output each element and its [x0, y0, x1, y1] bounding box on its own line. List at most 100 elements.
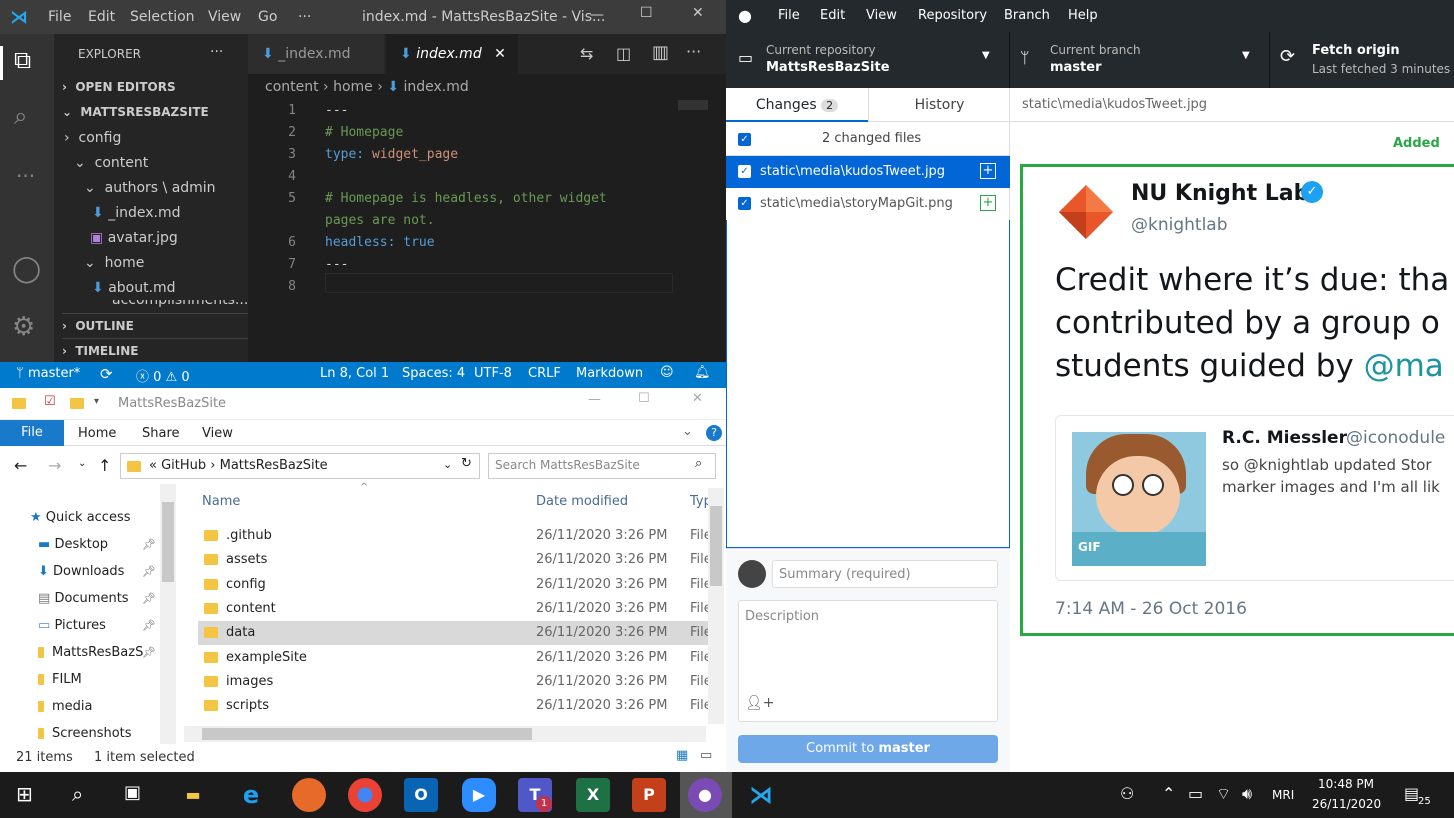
edge-icon[interactable]: e: [234, 778, 268, 812]
outline-section[interactable]: › OUTLINE: [62, 313, 248, 337]
menu-view[interactable]: View: [208, 9, 241, 25]
breadcrumb-item[interactable]: home: [333, 79, 373, 95]
workspace-section[interactable]: ⌄ MATTSRESBAZSITE: [62, 100, 209, 124]
new-folder-icon[interactable]: [70, 398, 84, 409]
menu-edit[interactable]: Edit: [88, 9, 115, 25]
recent-icon[interactable]: ⌄: [78, 458, 86, 469]
source-control-icon[interactable]: ⇆: [580, 44, 593, 63]
repository-selector[interactable]: ▭ Current repository MattsResBazSite ▼: [726, 32, 1010, 88]
ribbon-home[interactable]: Home: [78, 426, 116, 441]
back-icon[interactable]: ←: [14, 456, 27, 475]
tree-item-avatar[interactable]: ▣ avatar.jpg: [90, 226, 178, 250]
search-icon[interactable]: ⌕: [14, 102, 27, 130]
sync-icon[interactable]: ⟳: [100, 365, 113, 383]
branch-selector[interactable]: ᛘ Current branch master ▼: [1010, 32, 1270, 88]
menu-help[interactable]: Help: [1068, 8, 1098, 23]
clock-time[interactable]: 10:48 PM: [1318, 777, 1374, 791]
timeline-section[interactable]: › TIMELINE: [62, 338, 248, 362]
address-dropdown-icon[interactable]: ⌄: [443, 458, 452, 471]
tab-index-underscore[interactable]: ⬇ _index.md: [248, 34, 384, 74]
breadcrumb-item[interactable]: content: [265, 79, 319, 95]
col-date[interactable]: Date modified: [536, 494, 628, 509]
col-name[interactable]: Name: [202, 494, 240, 509]
tree-item-content[interactable]: ⌄ content: [74, 151, 148, 175]
chrome-icon[interactable]: [348, 778, 382, 812]
file-row[interactable]: .github 26/11/2020 3:26 PM File: [198, 524, 708, 548]
minimize-icon[interactable]: —: [590, 7, 604, 23]
eol[interactable]: CRLF: [528, 366, 561, 381]
tree-item-home[interactable]: ⌄ home: [84, 251, 144, 275]
menu-more[interactable]: ···: [298, 9, 311, 25]
search-icon[interactable]: ⌕: [72, 782, 83, 806]
powerpoint-icon[interactable]: P: [632, 778, 666, 812]
close-icon[interactable]: ✕: [692, 391, 703, 406]
files-icon[interactable]: ⧉: [14, 46, 31, 74]
language-mode[interactable]: Markdown: [576, 366, 643, 381]
minimap[interactable]: [678, 100, 708, 110]
maximize-icon[interactable]: ☐: [640, 5, 653, 21]
explorer-more-icon[interactable]: ···: [210, 44, 223, 60]
up-icon[interactable]: ↑: [98, 456, 111, 475]
minimize-icon[interactable]: —: [588, 392, 601, 407]
tree-item-about[interactable]: ⬇ about.md: [92, 276, 176, 300]
problems-status[interactable]: ⓧ 0 ⚠ 0: [136, 366, 190, 385]
outlook-icon[interactable]: O: [404, 778, 438, 812]
file-row[interactable]: config 26/11/2020 3:26 PM File: [198, 573, 708, 597]
add-coauthor-icon[interactable]: 👤︎+: [745, 695, 775, 711]
file-checkbox[interactable]: ✓: [738, 197, 751, 210]
encoding[interactable]: UTF-8: [474, 366, 512, 381]
file-row[interactable]: content 26/11/2020 3:26 PM File: [198, 597, 708, 621]
select-all-row[interactable]: ✓ 2 changed files: [726, 122, 1010, 156]
maximize-icon[interactable]: ☐: [638, 391, 650, 406]
tab-index[interactable]: ⬇ index.md ✕: [386, 34, 518, 74]
open-editors-section[interactable]: › OPEN EDITORS: [62, 75, 176, 99]
tree-item-config[interactable]: › config: [64, 126, 121, 150]
editor-more-icon[interactable]: ···: [686, 42, 701, 61]
preview-icon[interactable]: ◫: [616, 44, 631, 63]
breadcrumb-item[interactable]: index.md: [404, 79, 469, 95]
tab-changes[interactable]: Changes 2: [726, 88, 868, 122]
search-box[interactable]: Search MattsResBazSite ⌕: [488, 453, 716, 479]
more-icon[interactable]: ···: [16, 164, 35, 188]
split-editor-icon[interactable]: ▥: [652, 42, 669, 63]
indentation[interactable]: Spaces: 4: [402, 366, 465, 381]
refresh-icon[interactable]: ↻: [461, 456, 472, 471]
menu-go[interactable]: Go: [258, 9, 277, 25]
battery-icon[interactable]: ▭: [1188, 784, 1203, 803]
gear-icon[interactable]: ⚙: [12, 312, 35, 342]
tree-item-index[interactable]: ⬇ _index.md: [92, 201, 180, 225]
code-editor[interactable]: 1 --- 2 # Homepage 3 type: widget_page 4 5 # Hom…: [248, 100, 726, 336]
fetch-button[interactable]: ⟳ Fetch origin Last fetched 3 minutes ag…: [1270, 32, 1454, 88]
menu-view[interactable]: View: [866, 8, 897, 23]
menu-branch[interactable]: Branch: [1004, 8, 1050, 23]
changed-file-row[interactable]: ✓ static\media\storyMapGit.png +: [726, 188, 1010, 220]
horizontal-scrollbar[interactable]: [184, 726, 706, 742]
feedback-icon[interactable]: ☺: [660, 365, 674, 380]
details-view-icon[interactable]: ▦: [676, 748, 688, 763]
ribbon-share[interactable]: Share: [142, 426, 180, 441]
col-type[interactable]: Typ: [690, 494, 708, 509]
excel-icon[interactable]: X: [576, 778, 610, 812]
menu-edit[interactable]: Edit: [820, 8, 845, 23]
file-row[interactable]: scripts 26/11/2020 3:26 PM File: [198, 694, 708, 718]
file-checkbox[interactable]: ✓: [738, 165, 751, 178]
clock-date[interactable]: 26/11/2020: [1312, 797, 1381, 811]
tiles-view-icon[interactable]: ▭: [700, 748, 712, 763]
tab-close-icon[interactable]: ✕: [494, 46, 506, 62]
people-icon[interactable]: ⚇: [1120, 784, 1134, 803]
summary-input[interactable]: Summary (required): [772, 560, 998, 588]
notification-icon[interactable]: ▤: [1404, 784, 1419, 803]
file-row[interactable]: assets 26/11/2020 3:26 PM File: [198, 548, 708, 572]
zoom-icon[interactable]: ▶: [462, 778, 496, 812]
language-indicator[interactable]: MRI: [1272, 788, 1294, 802]
file-row[interactable]: images 26/11/2020 3:26 PM File: [198, 670, 708, 694]
branch-status[interactable]: ᛘ master*: [16, 366, 80, 381]
volume-icon[interactable]: 🔊︎: [1242, 784, 1252, 804]
vscode-icon[interactable]: ⋊: [744, 778, 778, 812]
expand-ribbon-icon[interactable]: ⌄: [682, 424, 693, 439]
ribbon-file[interactable]: File: [0, 420, 64, 446]
bell-icon[interactable]: 🔔︎: [694, 365, 711, 380]
tree-item-accomplishments[interactable]: accomplishments...: [112, 300, 248, 310]
cursor-position[interactable]: Ln 8, Col 1: [320, 366, 389, 381]
show-hidden-icon[interactable]: ⌃: [1162, 784, 1175, 803]
